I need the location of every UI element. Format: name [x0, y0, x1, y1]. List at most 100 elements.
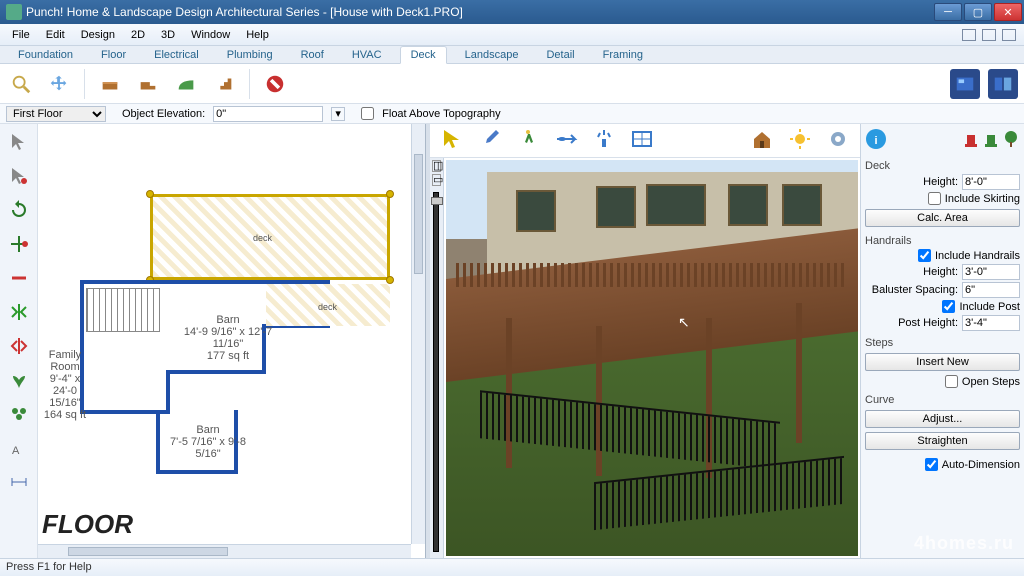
floorplan-overlay-icon[interactable]: [630, 127, 654, 154]
selection-handle[interactable]: [386, 190, 394, 198]
insert-new-button[interactable]: Insert New: [865, 353, 1020, 371]
left-tool-palette: A: [0, 124, 38, 558]
floorplan-2d-pane[interactable]: deck deck Ba: [38, 124, 426, 558]
menu-3d[interactable]: 3D: [153, 27, 183, 43]
straighten-button[interactable]: Straighten: [865, 432, 1020, 450]
move-tool-icon[interactable]: [5, 230, 33, 258]
tab-framing[interactable]: Framing: [593, 47, 653, 63]
elevation-slider-thumb[interactable]: [431, 197, 443, 205]
walk-icon[interactable]: [516, 127, 540, 154]
select-similar-icon[interactable]: [5, 162, 33, 190]
plant-tool-icon[interactable]: [5, 366, 33, 394]
auto-dimension-label: Auto-Dimension: [942, 459, 1020, 471]
deck-height-input[interactable]: [962, 174, 1020, 190]
selection-handle[interactable]: [146, 190, 154, 198]
include-skirting-label: Include Skirting: [945, 193, 1020, 205]
tab-plumbing[interactable]: Plumbing: [217, 47, 283, 63]
rotate-tool-icon[interactable]: [5, 196, 33, 224]
deck-poly-icon[interactable]: [133, 69, 163, 99]
deck-selection[interactable]: deck: [150, 194, 390, 280]
mirror-in-icon[interactable]: [5, 298, 33, 326]
window-title: Punch! Home & Landscape Design Architect…: [26, 5, 934, 19]
deck-stairs-icon[interactable]: [209, 69, 239, 99]
include-post-label: Include Post: [959, 301, 1020, 313]
sun-icon[interactable]: [788, 127, 812, 154]
tab-hvac[interactable]: HVAC: [342, 47, 392, 63]
mirror-out-icon[interactable]: [5, 332, 33, 360]
minimize-button[interactable]: ─: [934, 3, 962, 21]
dimension-tool-icon[interactable]: [5, 468, 33, 496]
menu-window[interactable]: Window: [183, 27, 238, 43]
tab-roof[interactable]: Roof: [291, 47, 334, 63]
deck-height-label: Height:: [865, 176, 958, 188]
elevation-slider[interactable]: [433, 192, 439, 552]
tab-detail[interactable]: Detail: [536, 47, 584, 63]
menu-design[interactable]: Design: [73, 27, 123, 43]
layout-split-icon[interactable]: [988, 69, 1018, 99]
select-tool-icon[interactable]: [5, 128, 33, 156]
tab-landscape[interactable]: Landscape: [455, 47, 529, 63]
menu-help[interactable]: Help: [238, 27, 277, 43]
room-label: Family Room 9'-4" x 24'-0 15/16" 164 sq …: [40, 349, 90, 421]
deck-rect-icon[interactable]: [95, 69, 125, 99]
eyedropper-icon[interactable]: [478, 127, 502, 154]
pan-tool-icon[interactable]: [44, 69, 74, 99]
pointer-3d-icon[interactable]: [440, 127, 464, 154]
red-chair-icon[interactable]: [962, 130, 980, 151]
layout-2d-icon[interactable]: [950, 69, 980, 99]
tab-floor[interactable]: Floor: [91, 47, 136, 63]
menu-edit[interactable]: Edit: [38, 27, 73, 43]
close-button[interactable]: ✕: [994, 3, 1022, 21]
section-steps: Steps: [865, 337, 1020, 349]
plant-brush-icon[interactable]: [5, 400, 33, 428]
tab-electrical[interactable]: Electrical: [144, 47, 209, 63]
selection-handle[interactable]: [386, 276, 394, 284]
delete-icon[interactable]: [260, 69, 290, 99]
handrail-height-label: Height:: [865, 266, 958, 278]
baluster-spacing-input[interactable]: [962, 282, 1020, 298]
elevation-dropdown-icon[interactable]: ▾: [331, 107, 345, 121]
view-3d-left-gutter[interactable]: ◫ ▭: [430, 158, 444, 558]
maximize-button[interactable]: ▢: [964, 3, 992, 21]
fly-icon[interactable]: [554, 127, 578, 154]
menu-2d[interactable]: 2D: [123, 27, 153, 43]
level-selector[interactable]: First Floor: [6, 106, 106, 122]
info-icon[interactable]: i: [865, 128, 887, 153]
tab-deck[interactable]: Deck: [400, 46, 447, 64]
deck-curved-icon[interactable]: [171, 69, 201, 99]
house-icon[interactable]: [750, 127, 774, 154]
properties-panel: i Deck Height: Include Skirting Calc. Ar…: [860, 124, 1024, 558]
break-tool-icon[interactable]: [5, 264, 33, 292]
mdi-close-icon[interactable]: [1002, 29, 1016, 41]
zoom-tool-icon[interactable]: [6, 69, 36, 99]
menu-file[interactable]: File: [4, 27, 38, 43]
include-skirting-checkbox[interactable]: [928, 192, 941, 205]
calc-area-button[interactable]: Calc. Area: [865, 209, 1020, 227]
text-tool-icon[interactable]: A: [5, 434, 33, 462]
include-handrails-checkbox[interactable]: [918, 249, 931, 262]
open-steps-checkbox[interactable]: [945, 375, 958, 388]
object-elevation-input[interactable]: [213, 106, 323, 122]
mdi-minimize-icon[interactable]: [962, 29, 976, 41]
view-3d-canvas[interactable]: ↖: [446, 160, 858, 556]
adjust-button[interactable]: Adjust...: [865, 410, 1020, 428]
float-topo-checkbox[interactable]: [361, 107, 374, 120]
view-split-icon[interactable]: ◫: [432, 160, 441, 172]
handrail-height-input[interactable]: [962, 264, 1020, 280]
scrollbar-horizontal[interactable]: [38, 544, 411, 558]
include-post-checkbox[interactable]: [942, 300, 955, 313]
auto-dimension-checkbox[interactable]: [925, 458, 938, 471]
mdi-restore-icon[interactable]: [982, 29, 996, 41]
green-chair-icon[interactable]: [982, 130, 1000, 151]
tab-foundation[interactable]: Foundation: [8, 47, 83, 63]
tree-icon[interactable]: [1002, 130, 1020, 151]
post-height-input[interactable]: [962, 315, 1020, 331]
sprinkler-icon[interactable]: [592, 127, 616, 154]
settings-3d-icon[interactable]: [826, 127, 850, 154]
view-single-icon[interactable]: ▭: [432, 174, 441, 186]
watermark: 4homes.ru: [914, 533, 1014, 554]
scrollbar-vertical[interactable]: [411, 124, 425, 544]
section-handrails: Handrails: [865, 235, 1020, 247]
property-bar: First Floor Object Elevation: ▾ Float Ab…: [0, 104, 1024, 124]
svg-text:A: A: [12, 445, 20, 457]
